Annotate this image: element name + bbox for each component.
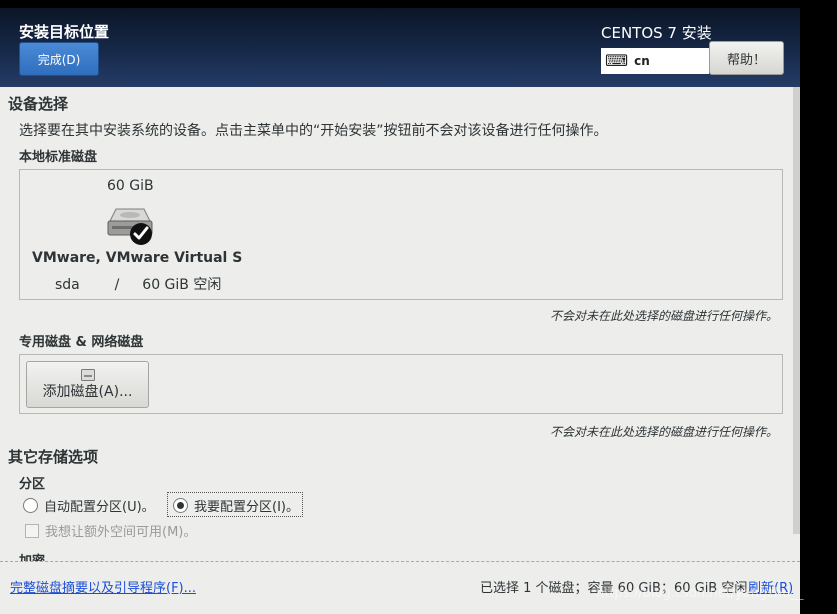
extra-space-checkbox[interactable] (25, 523, 39, 538)
special-disks-heading: 专用磁盘 & 网络磁盘 (19, 335, 144, 350)
partition-heading: 分区 (19, 477, 46, 492)
disk-tile[interactable] (106, 207, 156, 253)
full-disk-summary-link[interactable]: 完整磁盘摘要以及引导程序(F)... (10, 577, 196, 596)
footer-divider (0, 561, 800, 562)
product-title: CENTOS 7 安装 (601, 24, 712, 42)
header-bar: 安装目标位置 完成(D) CENTOS 7 安装 ⌨ cn 帮助！ (0, 8, 800, 87)
auto-partition-option[interactable]: 自动配置分区(U)。 (23, 496, 155, 515)
local-disks-note: 不会对未在此处选择的磁盘进行任何操作。 (549, 309, 778, 323)
disk-separator: / (114, 277, 120, 293)
disk-small-icon (80, 368, 95, 381)
disk-name: VMware, VMware Virtual S (32, 250, 243, 266)
keyboard-layout-label: cn (634, 54, 650, 68)
disk-device: sda (55, 277, 80, 293)
device-selection-description: 选择要在其中安装系统的设备。点击主菜单中的“开始安装”按钮前不会对该设备进行任何… (19, 123, 608, 139)
installer-window: 安装目标位置 完成(D) CENTOS 7 安装 ⌨ cn 帮助！ 设备选择 选… (0, 8, 800, 614)
auto-partition-radio[interactable] (23, 498, 38, 513)
disk-size: 60 GiB (107, 178, 154, 194)
encryption-heading: 加密 (19, 550, 45, 561)
disk-free: 60 GiB 空闲 (142, 277, 222, 293)
watermark: https://blog.csdn.net/yangzhu__ (596, 586, 804, 601)
hard-disk-icon (107, 208, 153, 245)
scrollbar[interactable] (793, 87, 800, 534)
done-button[interactable]: 完成(D) (19, 42, 99, 76)
disk-info: sda / 60 GiB 空闲 (55, 274, 221, 294)
extra-space-label: 我想让额外空间可用(M)。 (45, 525, 197, 540)
special-disks-note: 不会对未在此处选择的磁盘进行任何操作。 (549, 425, 778, 439)
keyboard-layout-indicator[interactable]: ⌨ cn (601, 48, 709, 74)
keyboard-icon: ⌨ (605, 51, 629, 70)
extra-space-option[interactable]: 我想让额外空间可用(M)。 (25, 521, 196, 540)
page-title: 安装目标位置 (19, 23, 110, 41)
device-selection-heading: 设备选择 (8, 95, 69, 113)
add-disk-label: 添加磁盘(A)... (42, 383, 133, 400)
auto-partition-label: 自动配置分区(U)。 (44, 500, 155, 515)
local-disks-heading: 本地标准磁盘 (19, 150, 98, 165)
help-button[interactable]: 帮助！ (709, 41, 784, 75)
other-storage-heading: 其它存储选项 (8, 448, 99, 466)
manual-partition-radio[interactable] (173, 498, 188, 513)
manual-partition-option[interactable]: 我要配置分区(I)。 (173, 496, 299, 515)
manual-partition-label: 我要配置分区(I)。 (194, 500, 299, 515)
add-disk-button[interactable]: 添加磁盘(A)... (26, 361, 149, 408)
